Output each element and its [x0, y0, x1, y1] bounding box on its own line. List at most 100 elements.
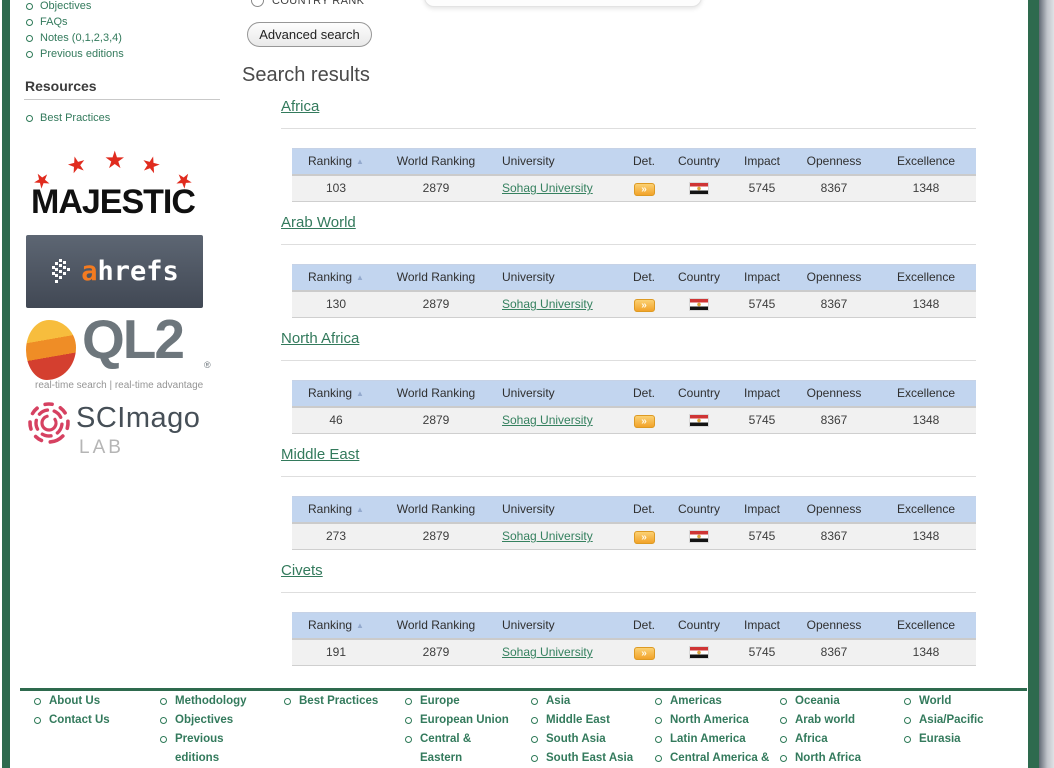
column-header-country[interactable]: Country [666, 613, 732, 639]
column-header-det[interactable]: Det. [622, 381, 666, 407]
column-header-world-ranking[interactable]: World Ranking [380, 265, 492, 291]
sidebar-link-faqs[interactable]: FAQs [40, 16, 68, 28]
footer-link[interactable]: Latin America [670, 733, 746, 745]
column-header-world-ranking[interactable]: World Ranking [380, 497, 492, 523]
footer-link[interactable]: South Asia [546, 733, 606, 745]
advanced-search-button[interactable]: Advanced search [247, 22, 372, 47]
footer-link[interactable]: Contact Us [49, 714, 110, 726]
footer-item[interactable]: Best Practices [283, 692, 401, 711]
column-header-country[interactable]: Country [666, 265, 732, 291]
sidebar-link-notes[interactable]: Notes (0,1,2,3,4) [40, 32, 122, 44]
column-header-world-ranking[interactable]: World Ranking [380, 149, 492, 175]
footer-link[interactable]: Africa [795, 733, 828, 745]
footer-item[interactable]: Arab world [779, 711, 889, 730]
footer-link[interactable]: Best Practices [299, 695, 378, 707]
sidebar-item-best-practices[interactable]: Best Practices [25, 110, 110, 126]
university-link[interactable]: Sohag University [502, 645, 593, 659]
university-link[interactable]: Sohag University [502, 181, 593, 195]
details-link[interactable]: » [634, 415, 655, 428]
footer-link[interactable]: Previous editions [175, 733, 224, 764]
footer-item[interactable]: Asia/Pacific [903, 711, 1018, 730]
column-header-excellence[interactable]: Excellence [876, 381, 976, 407]
footer-link[interactable]: Eurasia [919, 733, 961, 745]
column-header-det[interactable]: Det. [622, 149, 666, 175]
column-header-det[interactable]: Det. [622, 497, 666, 523]
column-header-impact[interactable]: Impact [732, 265, 792, 291]
details-link[interactable]: » [634, 647, 655, 660]
footer-item[interactable]: North America [654, 711, 772, 730]
footer-link[interactable]: Europe [420, 695, 460, 707]
university-link[interactable]: Sohag University [502, 297, 593, 311]
column-header-university[interactable]: University [492, 497, 622, 523]
footer-item[interactable]: Africa [779, 730, 889, 749]
footer-link[interactable]: Central & Eastern [420, 733, 471, 764]
scimago-logo[interactable]: SCImago LAB [26, 396, 221, 462]
footer-link[interactable]: Arab world [795, 714, 855, 726]
column-header-university[interactable]: University [492, 149, 622, 175]
footer-link[interactable]: Oceania [795, 695, 840, 707]
column-header-ranking[interactable]: Ranking▲ [292, 497, 380, 523]
sidebar-link-previous-editions[interactable]: Previous editions [40, 48, 124, 60]
column-header-university[interactable]: University [492, 381, 622, 407]
footer-item[interactable]: Europe [404, 692, 512, 711]
footer-item[interactable]: South Asia [530, 730, 636, 749]
footer-item[interactable]: North Africa [779, 749, 889, 768]
footer-item[interactable]: Objectives [159, 711, 267, 730]
column-header-ranking[interactable]: Ranking▲ [292, 381, 380, 407]
footer-link[interactable]: Middle East [546, 714, 610, 726]
ql2-logo[interactable]: QL2 ® real-time search | real-time advan… [26, 316, 221, 398]
footer-item[interactable]: Methodology [159, 692, 267, 711]
column-header-excellence[interactable]: Excellence [876, 613, 976, 639]
column-header-excellence[interactable]: Excellence [876, 265, 976, 291]
column-header-excellence[interactable]: Excellence [876, 149, 976, 175]
footer-item[interactable]: World [903, 692, 1018, 711]
section-title-link[interactable]: Civets [281, 562, 323, 579]
column-header-impact[interactable]: Impact [732, 497, 792, 523]
column-header-det[interactable]: Det. [622, 265, 666, 291]
footer-item[interactable]: Latin America [654, 730, 772, 749]
footer-link[interactable]: Americas [670, 695, 722, 707]
search-box-cut-off[interactable] [424, 0, 702, 7]
footer-link[interactable]: North America [670, 714, 749, 726]
column-header-impact[interactable]: Impact [732, 381, 792, 407]
column-header-ranking[interactable]: Ranking▲ [292, 613, 380, 639]
column-header-openness[interactable]: Openness [792, 265, 876, 291]
footer-item[interactable]: About Us [33, 692, 143, 711]
footer-link[interactable]: World [919, 695, 951, 707]
column-header-impact[interactable]: Impact [732, 149, 792, 175]
section-title-link[interactable]: Middle East [281, 446, 359, 463]
footer-link[interactable]: About Us [49, 695, 100, 707]
university-link[interactable]: Sohag University [502, 413, 593, 427]
sidebar-link-best-practices[interactable]: Best Practices [40, 112, 110, 124]
footer-link[interactable]: Objectives [175, 714, 233, 726]
column-header-country[interactable]: Country [666, 149, 732, 175]
sidebar-item-faqs[interactable]: FAQs [25, 14, 124, 30]
column-header-openness[interactable]: Openness [792, 381, 876, 407]
university-link[interactable]: Sohag University [502, 529, 593, 543]
footer-item[interactable]: Middle East [530, 711, 636, 730]
majestic-logo[interactable]: ★ ★ ★ ★ ★ MAJESTIC [25, 146, 205, 226]
footer-item[interactable]: European Union [404, 711, 512, 730]
column-header-openness[interactable]: Openness [792, 149, 876, 175]
column-header-det[interactable]: Det. [622, 613, 666, 639]
footer-item[interactable]: Contact Us [33, 711, 143, 730]
column-header-country[interactable]: Country [666, 497, 732, 523]
footer-item[interactable]: Central America & [654, 749, 772, 768]
sidebar-item-notes[interactable]: Notes (0,1,2,3,4) [25, 30, 124, 46]
column-header-impact[interactable]: Impact [732, 613, 792, 639]
column-header-openness[interactable]: Openness [792, 497, 876, 523]
footer-link[interactable]: European Union [420, 714, 509, 726]
column-header-ranking[interactable]: Ranking▲ [292, 265, 380, 291]
footer-link[interactable]: North Africa [795, 752, 861, 764]
column-header-openness[interactable]: Openness [792, 613, 876, 639]
footer-item[interactable]: Asia [530, 692, 636, 711]
ahrefs-logo[interactable]: ahrefs [26, 235, 203, 308]
section-title-link[interactable]: Africa [281, 98, 319, 115]
footer-item[interactable]: Americas [654, 692, 772, 711]
details-link[interactable]: » [634, 183, 655, 196]
footer-item[interactable]: Oceania [779, 692, 889, 711]
column-header-university[interactable]: University [492, 613, 622, 639]
sidebar-link-objectives[interactable]: Objectives [40, 0, 91, 12]
section-title-link[interactable]: Arab World [281, 214, 356, 231]
column-header-excellence[interactable]: Excellence [876, 497, 976, 523]
